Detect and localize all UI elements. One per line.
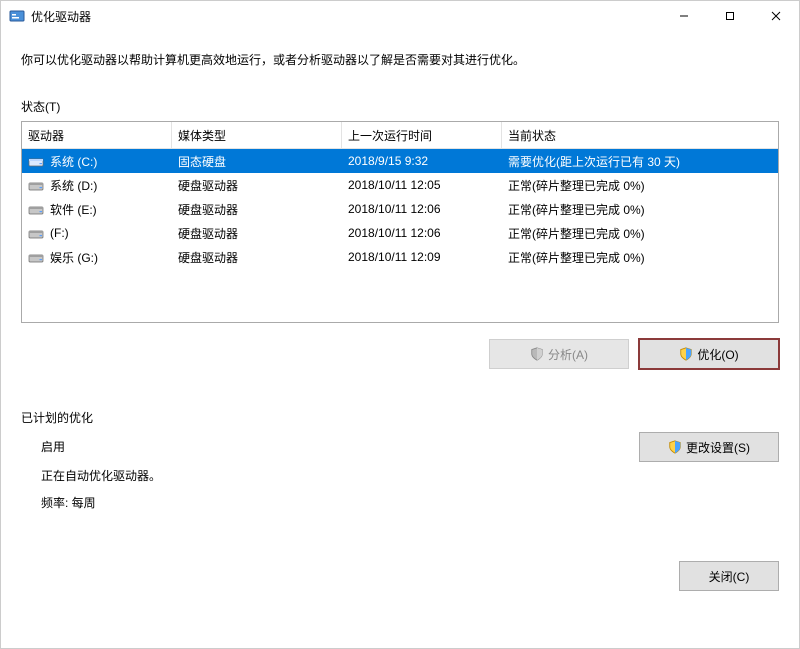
schedule-section: 已计划的优化 启用 正在自动优化驱动器。 频率: 每周 更改设置(S) <box>21 409 779 511</box>
drive-name-text: 娱乐 (G:) <box>50 249 98 266</box>
analyze-button-label: 分析(A) <box>548 346 588 363</box>
drive-icon <box>28 203 44 215</box>
status-section-label: 状态(T) <box>21 98 779 115</box>
table-header: 驱动器 媒体类型 上一次运行时间 当前状态 <box>22 122 778 149</box>
cell-last-run: 2018/10/11 12:06 <box>342 202 502 216</box>
titlebar: 优化驱动器 <box>1 1 799 31</box>
drive-name-text: 软件 (E:) <box>50 201 97 218</box>
schedule-frequency-text: 频率: 每周 <box>41 494 639 511</box>
drive-name-text: (F:) <box>50 226 69 240</box>
shield-icon <box>679 347 693 361</box>
cell-status: 正常(碎片整理已完成 0%) <box>502 177 778 194</box>
cell-media: 硬盘驱动器 <box>172 249 342 266</box>
cell-last-run: 2018/10/11 12:06 <box>342 226 502 240</box>
cell-media: 硬盘驱动器 <box>172 177 342 194</box>
change-settings-button[interactable]: 更改设置(S) <box>639 432 779 462</box>
cell-last-run: 2018/9/15 9:32 <box>342 154 502 168</box>
shield-icon <box>668 440 682 454</box>
col-header-status[interactable]: 当前状态 <box>502 122 778 148</box>
cell-media: 硬盘驱动器 <box>172 225 342 242</box>
table-buttons: 分析(A) 优化(O) <box>21 339 779 369</box>
table-body: 系统 (C:) 固态硬盘2018/9/15 9:32需要优化(距上次运行已有 30… <box>22 149 778 269</box>
col-header-drive[interactable]: 驱动器 <box>22 122 172 148</box>
optimize-button[interactable]: 优化(O) <box>639 339 779 369</box>
window-body: 你可以优化驱动器以帮助计算机更高效地运行，或者分析驱动器以了解是否需要对其进行优… <box>1 31 799 648</box>
schedule-text: 启用 正在自动优化驱动器。 频率: 每周 <box>21 432 639 511</box>
schedule-body: 启用 正在自动优化驱动器。 频率: 每周 更改设置(S) <box>21 432 779 511</box>
cell-drive: 软件 (E:) <box>22 201 172 218</box>
drive-icon <box>28 155 44 167</box>
cell-status: 正常(碎片整理已完成 0%) <box>502 249 778 266</box>
description-text: 你可以优化驱动器以帮助计算机更高效地运行，或者分析驱动器以了解是否需要对其进行优… <box>21 51 779 68</box>
schedule-status-text: 正在自动优化驱动器。 <box>41 467 639 484</box>
change-settings-button-label: 更改设置(S) <box>686 439 750 456</box>
drive-name-text: 系统 (D:) <box>50 177 97 194</box>
drive-icon <box>28 179 44 191</box>
footer: 关闭(C) <box>21 511 779 591</box>
cell-status: 正常(碎片整理已完成 0%) <box>502 201 778 218</box>
defrag-app-icon <box>9 8 25 24</box>
table-row[interactable]: (F:) 硬盘驱动器2018/10/11 12:06正常(碎片整理已完成 0%) <box>22 221 778 245</box>
optimize-button-label: 优化(O) <box>697 346 738 363</box>
drive-name-text: 系统 (C:) <box>50 153 97 170</box>
col-header-media[interactable]: 媒体类型 <box>172 122 342 148</box>
cell-drive: 系统 (D:) <box>22 177 172 194</box>
shield-icon <box>530 347 544 361</box>
maximize-button[interactable] <box>707 1 753 31</box>
window-title: 优化驱动器 <box>31 8 661 25</box>
drive-icon <box>28 251 44 263</box>
cell-drive: (F:) <box>22 226 172 240</box>
cell-status: 需要优化(距上次运行已有 30 天) <box>502 153 778 170</box>
cell-media: 硬盘驱动器 <box>172 201 342 218</box>
table-row[interactable]: 软件 (E:) 硬盘驱动器2018/10/11 12:06正常(碎片整理已完成 0… <box>22 197 778 221</box>
cell-drive: 娱乐 (G:) <box>22 249 172 266</box>
close-button[interactable] <box>753 1 799 31</box>
schedule-enabled-label: 启用 <box>41 438 639 455</box>
cell-media: 固态硬盘 <box>172 153 342 170</box>
cell-last-run: 2018/10/11 12:09 <box>342 250 502 264</box>
window-controls <box>661 1 799 31</box>
analyze-button[interactable]: 分析(A) <box>489 339 629 369</box>
close-dialog-button[interactable]: 关闭(C) <box>679 561 779 591</box>
schedule-section-label: 已计划的优化 <box>21 409 779 426</box>
drives-table: 驱动器 媒体类型 上一次运行时间 当前状态 系统 (C:) 固态硬盘2018/9/… <box>21 121 779 323</box>
col-header-last[interactable]: 上一次运行时间 <box>342 122 502 148</box>
table-row[interactable]: 系统 (C:) 固态硬盘2018/9/15 9:32需要优化(距上次运行已有 30… <box>22 149 778 173</box>
window: 优化驱动器 你可以优化驱动器以帮助计算机更高效地运行，或者分析驱动器以了解是否需… <box>0 0 800 649</box>
cell-last-run: 2018/10/11 12:05 <box>342 178 502 192</box>
close-dialog-button-label: 关闭(C) <box>709 568 750 585</box>
drive-icon <box>28 227 44 239</box>
cell-status: 正常(碎片整理已完成 0%) <box>502 225 778 242</box>
minimize-button[interactable] <box>661 1 707 31</box>
cell-drive: 系统 (C:) <box>22 153 172 170</box>
table-row[interactable]: 系统 (D:) 硬盘驱动器2018/10/11 12:05正常(碎片整理已完成 0… <box>22 173 778 197</box>
table-row[interactable]: 娱乐 (G:) 硬盘驱动器2018/10/11 12:09正常(碎片整理已完成 0… <box>22 245 778 269</box>
